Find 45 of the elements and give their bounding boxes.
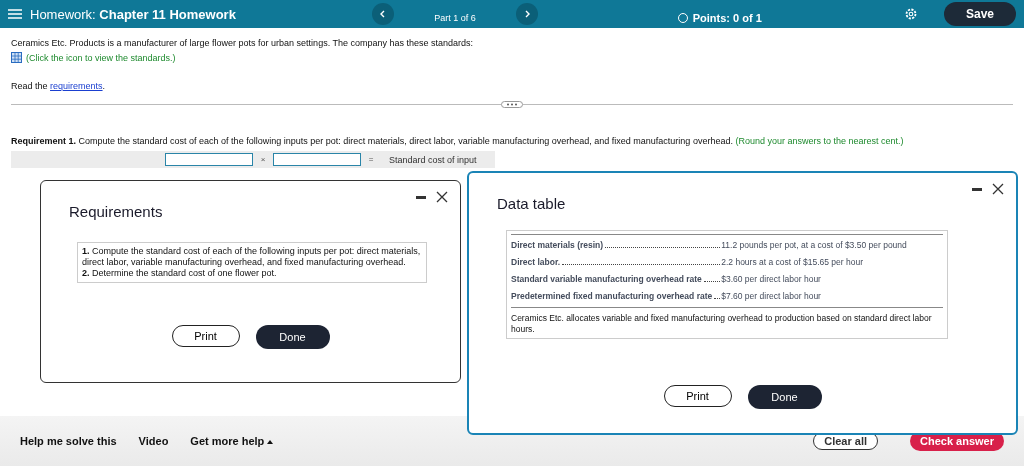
note-text: Ceramics Etc. allocates variable and fixed manufacturing overhead to production based on standard direct labor hours.: [511, 313, 933, 335]
help-me-solve-link[interactable]: Help me solve this: [20, 435, 117, 447]
row-value: $3.60 per direct labor hour: [721, 273, 822, 286]
requirements-list: 1. Compute the standard cost of each of the following inputs per pot: direct materials, direct labor, variable manufacturing overhead, and fixed manufacturing overhead. 2. Determine the standard cost of one flower pot.: [77, 242, 427, 283]
video-link[interactable]: Video: [138, 435, 169, 447]
equals-sign: =: [367, 155, 375, 164]
read-requirements-text: Read the requirements.: [11, 81, 107, 91]
minimize-icon[interactable]: [972, 187, 982, 191]
more-help-link[interactable]: Get more help: [190, 435, 274, 447]
previous-button[interactable]: [372, 3, 395, 25]
row-value: 2.2 hours at a cost of $15.65 per hour: [721, 256, 864, 269]
close-icon[interactable]: [992, 183, 1004, 195]
input-field[interactable]: [273, 153, 361, 166]
caret-icon: [267, 440, 274, 445]
done-button[interactable]: Done: [747, 385, 822, 409]
row-value: $7.60 per direct labor hour: [721, 290, 822, 303]
minimize-icon[interactable]: [416, 195, 426, 199]
row-value: 11.2 pounds per pot, at a cost of $3.50 per pound: [721, 239, 908, 252]
table-icon[interactable]: [11, 52, 22, 63]
print-button[interactable]: Print: [663, 385, 732, 407]
hint-text: (Click the icon to view the standards.): [26, 52, 176, 63]
dialog-title: Data table: [497, 195, 567, 212]
print-button[interactable]: Print: [171, 325, 240, 347]
problem-text: Ceramics Etc. Products is a manufacturer of large flower pots for urban settings. The company has these standards:: [11, 38, 475, 48]
part-label: Part 1 of 6: [434, 13, 476, 23]
requirements-link[interactable]: requirements: [50, 81, 103, 91]
input-field[interactable]: [165, 153, 253, 166]
row-label: Predetermined fixed manufacturing overhead rate: [511, 291, 713, 302]
ellipsis-icon: [506, 103, 518, 106]
row-label: Standard variable manufacturing overhead rate: [511, 274, 702, 285]
menu-icon[interactable]: [8, 9, 22, 19]
points-label: Points: 0 of 1: [692, 12, 762, 24]
requirement-text: Requirement 1. Compute the standard cost of each of the following inputs per pot: direct materials, direct labor, variable manufacturing overhead, and fixed manufacturing overhead. (Round your answers to the nearest cent.): [11, 136, 905, 146]
next-button[interactable]: [515, 3, 538, 25]
more-button[interactable]: [501, 101, 523, 108]
done-button[interactable]: Done: [255, 325, 330, 349]
row-label: Direct labor.: [511, 257, 561, 268]
close-icon[interactable]: [436, 191, 448, 203]
homework-title: Homework: Chapter 11 Homework: [30, 6, 236, 22]
dialog-title: Requirements: [69, 203, 164, 220]
save-button[interactable]: Save: [943, 2, 1016, 26]
settings-icon[interactable]: [903, 7, 918, 21]
times-sign: ×: [259, 155, 267, 164]
row-label: Direct materials (resin): [511, 240, 604, 251]
result-label: Standard cost of input: [389, 154, 477, 165]
